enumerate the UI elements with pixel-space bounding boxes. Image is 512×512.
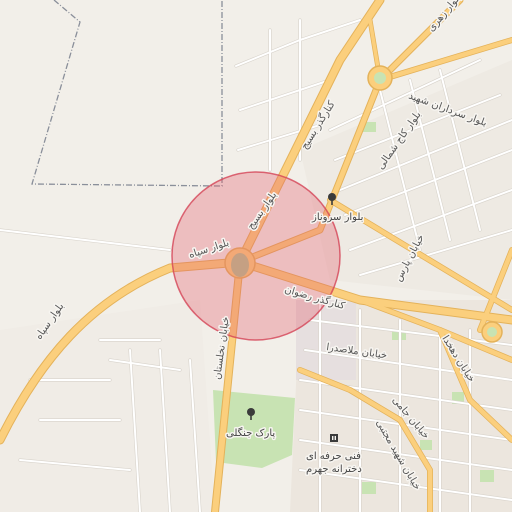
poi-label-sarvenaz: بلوار سروناز	[311, 212, 363, 223]
poi-label-park: پارک جنگلی	[226, 427, 275, 439]
poi-label-school-line2: دخترانه جهرم	[306, 464, 362, 475]
map-canvas[interactable]: بلوار زهری بلوار سرداران شهید بلوار کاج …	[0, 0, 512, 512]
poi-label-school-line1: فنی حرفه ای	[306, 451, 361, 462]
school-icon	[330, 434, 338, 442]
